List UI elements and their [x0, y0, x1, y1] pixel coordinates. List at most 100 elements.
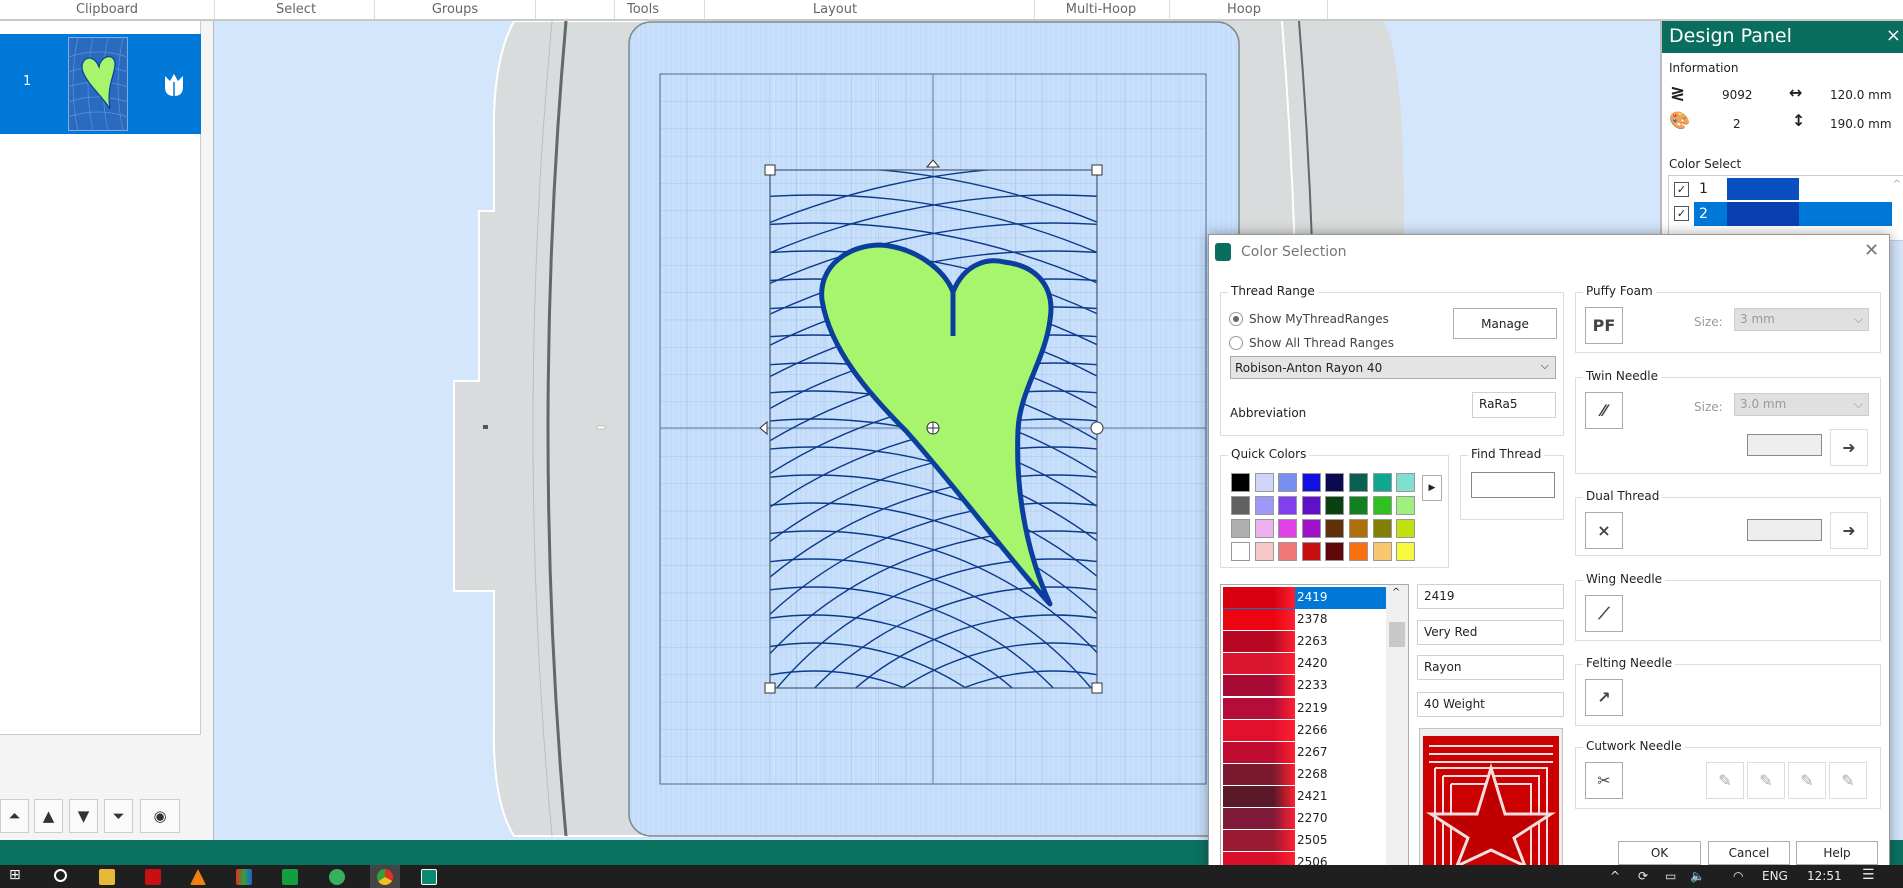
- thread-list-item[interactable]: 2378: [1223, 609, 1408, 631]
- help-button[interactable]: Help: [1796, 841, 1878, 865]
- quick-color-swatch[interactable]: [1231, 542, 1250, 561]
- quick-color-swatch[interactable]: [1325, 519, 1345, 538]
- dual-thread-button[interactable]: ⨯: [1585, 512, 1623, 549]
- quick-color-swatch[interactable]: [1278, 496, 1298, 515]
- resize-handle[interactable]: [764, 682, 776, 694]
- quick-color-swatch[interactable]: [1349, 496, 1368, 515]
- show-all-ranges-label[interactable]: Show All Thread Ranges: [1249, 336, 1394, 350]
- cutwork-angle-2-button[interactable]: ✎: [1747, 762, 1785, 799]
- twin-needle-second-color[interactable]: [1747, 434, 1822, 456]
- quick-color-swatch[interactable]: [1396, 519, 1416, 538]
- find-thread-input[interactable]: [1471, 472, 1555, 498]
- view-options-button[interactable]: ◉: [140, 799, 180, 833]
- color-select-list[interactable]: ✓ 1 ✓ 2 ^: [1668, 175, 1903, 241]
- felting-needle-button[interactable]: ↗: [1585, 679, 1623, 716]
- twin-needle-button[interactable]: ⁄⁄: [1585, 392, 1623, 429]
- quick-color-swatch[interactable]: [1349, 519, 1368, 538]
- checkbox[interactable]: ✓: [1674, 182, 1689, 197]
- quick-color-swatch[interactable]: [1325, 496, 1345, 515]
- manage-button[interactable]: Manage: [1453, 308, 1557, 339]
- thread-list-item[interactable]: 2420: [1223, 653, 1408, 675]
- design-list-item[interactable]: 1: [0, 34, 201, 134]
- assign-color-button[interactable]: ➜: [1830, 429, 1868, 466]
- dual-thread-second-color[interactable]: [1747, 519, 1822, 541]
- quick-color-swatch[interactable]: [1372, 542, 1392, 561]
- move-down-button[interactable]: ▼: [69, 799, 98, 833]
- quick-color-swatch[interactable]: [1325, 473, 1345, 492]
- clock[interactable]: 12:51: [1807, 869, 1842, 883]
- quick-color-swatch[interactable]: [1231, 519, 1250, 538]
- color-select-item[interactable]: ✓ 1: [1669, 178, 1903, 200]
- thread-list-item[interactable]: 2419: [1223, 587, 1386, 609]
- thread-list-item[interactable]: 2421: [1223, 785, 1408, 808]
- abbreviation-field[interactable]: RaRa5: [1472, 392, 1556, 418]
- app-icon[interactable]: [282, 869, 298, 885]
- quick-color-swatch[interactable]: [1301, 542, 1321, 561]
- thread-code-field[interactable]: 2419: [1417, 584, 1564, 609]
- app-icon[interactable]: [236, 869, 252, 885]
- thread-list-item[interactable]: 2270: [1223, 808, 1408, 830]
- thread-name-field[interactable]: Very Red: [1417, 620, 1564, 645]
- cancel-button[interactable]: Cancel: [1708, 841, 1790, 865]
- close-icon[interactable]: ×: [1886, 25, 1901, 46]
- checkbox[interactable]: ✓: [1674, 206, 1689, 221]
- sync-icon[interactable]: ⟳: [1638, 869, 1648, 883]
- language-indicator[interactable]: ENG: [1762, 869, 1788, 883]
- cutwork-angle-1-button[interactable]: ✎: [1706, 762, 1744, 799]
- thread-list-item[interactable]: 2263: [1223, 631, 1408, 653]
- quick-color-swatch[interactable]: [1396, 496, 1416, 515]
- file-explorer-icon[interactable]: [99, 869, 115, 885]
- thread-weight-field[interactable]: 40 Weight: [1417, 692, 1564, 717]
- puffy-foam-button[interactable]: PF: [1585, 307, 1623, 344]
- scrollbar[interactable]: ^: [1386, 585, 1408, 873]
- search-icon[interactable]: [54, 869, 67, 882]
- quick-color-swatch[interactable]: [1231, 496, 1250, 515]
- quick-color-swatch[interactable]: [1372, 519, 1392, 538]
- quick-color-swatch[interactable]: [1254, 519, 1274, 538]
- quick-color-swatch[interactable]: [1349, 542, 1368, 561]
- thread-list-item[interactable]: 2505: [1223, 830, 1408, 852]
- quick-color-swatch[interactable]: [1278, 519, 1298, 538]
- wing-needle-button[interactable]: ⟋: [1585, 595, 1623, 632]
- scrollbar-thumb[interactable]: [1389, 622, 1405, 647]
- cutwork-angle-4-button[interactable]: ✎: [1829, 762, 1867, 799]
- thread-list-item[interactable]: 2268: [1223, 763, 1408, 786]
- move-to-bottom-button[interactable]: ⏷: [104, 799, 133, 833]
- show-my-ranges-label[interactable]: Show MyThreadRanges: [1249, 312, 1389, 326]
- quick-color-swatch[interactable]: [1301, 473, 1321, 492]
- quick-color-swatch[interactable]: [1301, 519, 1321, 538]
- quick-color-swatch[interactable]: [1278, 473, 1298, 492]
- thread-list-item[interactable]: 2266: [1223, 719, 1408, 742]
- quick-color-swatch[interactable]: [1325, 542, 1345, 561]
- app-icon[interactable]: [329, 869, 345, 885]
- more-colors-button[interactable]: ▶: [1422, 475, 1442, 501]
- resize-handle[interactable]: [1091, 164, 1103, 176]
- notifications-icon[interactable]: ☰: [1862, 867, 1875, 883]
- radio-show-my-ranges[interactable]: [1229, 312, 1243, 326]
- power-icon[interactable]: ▭: [1665, 869, 1676, 883]
- thread-list-item[interactable]: 2233: [1223, 675, 1408, 697]
- thread-list-item[interactable]: 2219: [1223, 697, 1408, 720]
- vlc-icon[interactable]: [190, 869, 206, 885]
- quick-color-swatch[interactable]: [1254, 473, 1274, 492]
- quick-color-swatch[interactable]: [1372, 473, 1392, 492]
- thread-list-item[interactable]: 2267: [1223, 741, 1408, 764]
- quick-color-swatch[interactable]: [1372, 496, 1392, 515]
- quick-color-swatch[interactable]: [1396, 542, 1416, 561]
- cutwork-needle-button[interactable]: ✂: [1585, 762, 1623, 799]
- rotate-handle[interactable]: [1090, 421, 1104, 435]
- chrome-icon[interactable]: [377, 869, 393, 885]
- windows-start-icon[interactable]: ⊞: [9, 867, 25, 883]
- color-select-item[interactable]: ✓ 2: [1669, 202, 1903, 226]
- quick-color-swatch[interactable]: [1349, 473, 1368, 492]
- quick-color-swatch[interactable]: [1231, 473, 1250, 492]
- quick-color-swatch[interactable]: [1396, 473, 1416, 492]
- move-up-button[interactable]: ▲: [34, 799, 63, 833]
- cutwork-angle-3-button[interactable]: ✎: [1788, 762, 1826, 799]
- thread-range-select[interactable]: Robison-Anton Rayon 40 ⌵: [1230, 356, 1556, 379]
- thread-color-list[interactable]: 2419 2378 2263 2420 2233 2219 2266 2267 2268 2421…: [1220, 584, 1409, 874]
- close-icon[interactable]: ✕: [1864, 240, 1879, 261]
- tray-expand-icon[interactable]: ^: [1610, 869, 1620, 883]
- volume-icon[interactable]: 🔈: [1690, 869, 1705, 883]
- scroll-up-icon[interactable]: ^: [1392, 587, 1400, 598]
